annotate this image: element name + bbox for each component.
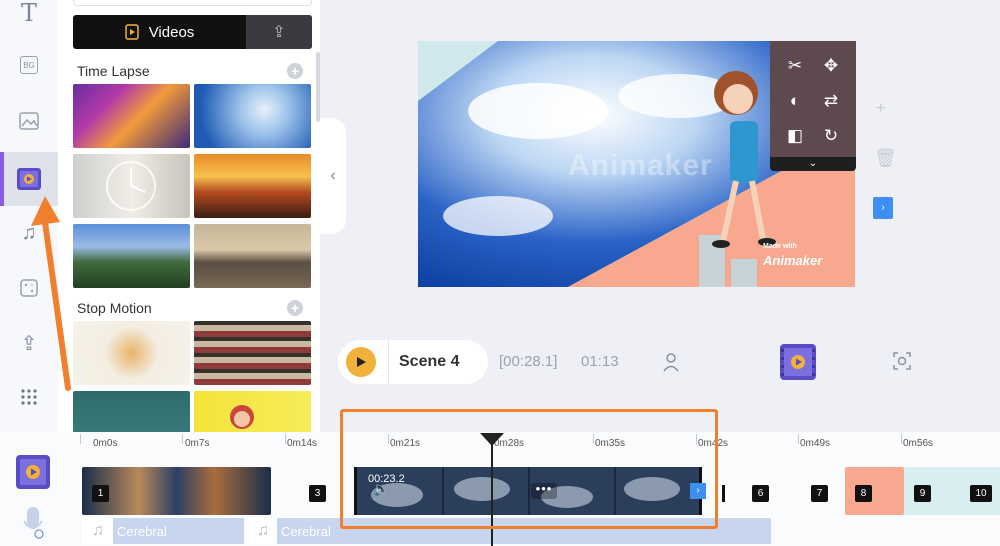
annotation-arrow xyxy=(31,196,71,391)
